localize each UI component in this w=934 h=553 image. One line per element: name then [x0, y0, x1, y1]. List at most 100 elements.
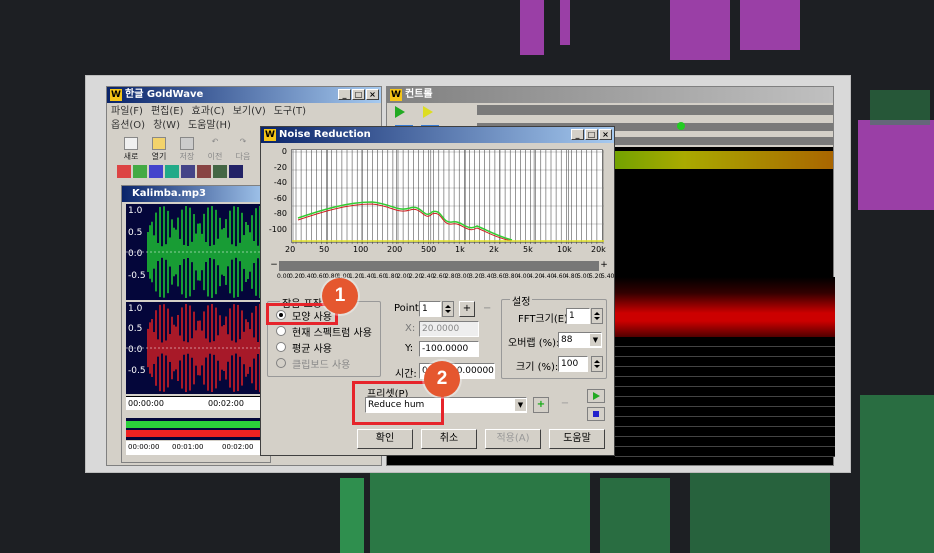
effect-icon[interactable]: [133, 165, 147, 178]
file-titlebar: Kalimba.mp3: [122, 186, 270, 202]
x-tick-label: 200: [387, 245, 403, 254]
apply-button[interactable]: 적용(A): [485, 429, 541, 449]
volume-slider[interactable]: [477, 105, 833, 115]
size-spinner[interactable]: [591, 356, 603, 372]
new-button[interactable]: 새로: [119, 137, 143, 162]
x-label: X:: [405, 323, 416, 334]
timeline-scroll[interactable]: − +: [269, 261, 609, 271]
goldwave-titlebar: W 한글 GoldWave _ □ ×: [107, 87, 381, 103]
axis-label: 0.5: [128, 228, 143, 238]
close-icon[interactable]: ×: [366, 89, 379, 100]
option-label: 현재 스펙트럼 사용: [292, 328, 372, 339]
settings-group: 설정 FFT크기(E) 1 오버랩 (%): 88 ▼ 크기 (%): 100: [501, 293, 607, 379]
maximize-icon[interactable]: □: [585, 129, 598, 140]
control-title: 컨트롤: [405, 89, 433, 100]
waveform-left-channel[interactable]: 1.0 0.5 0.0 -0.5: [126, 204, 272, 300]
fft-field[interactable]: 1: [566, 308, 590, 324]
menu-help[interactable]: 도움말(H): [188, 120, 231, 131]
redo-label: 다음: [235, 152, 251, 161]
control-titlebar: W 컨트롤: [387, 87, 833, 103]
effect-icon[interactable]: [117, 165, 131, 178]
time-label: 00:00:00: [128, 443, 160, 451]
menu-view[interactable]: 보기(V): [233, 106, 266, 117]
fft-spinner[interactable]: [591, 308, 603, 324]
overview-ruler: 00:00:00 00:01:00 00:02:00: [126, 441, 272, 455]
save-icon: [180, 137, 194, 150]
open-label: 열기: [151, 152, 167, 161]
goldwave-logo-icon: W: [110, 89, 122, 101]
overlap-label: 오버랩 (%):: [508, 338, 560, 349]
size-field[interactable]: 100: [558, 356, 588, 372]
y-tick-label: -80: [273, 209, 287, 218]
time-field-label: 시간:: [395, 369, 417, 380]
clipboard-radio[interactable]: [276, 358, 286, 368]
axis-label: 0.0: [128, 345, 143, 355]
step-badge-2: 2: [424, 361, 460, 397]
time-label: 00:02:00: [222, 443, 254, 451]
preview-play-icon[interactable]: [587, 389, 605, 403]
ok-button[interactable]: 확인: [357, 429, 413, 449]
effect-icon[interactable]: [181, 165, 195, 178]
time-label: 00:00:00: [128, 399, 164, 408]
cancel-button[interactable]: 취소: [421, 429, 477, 449]
spectrum-graph[interactable]: [291, 149, 604, 244]
effect-icon[interactable]: [213, 165, 227, 178]
x-field[interactable]: 20.0000: [419, 321, 479, 337]
time-label: 00:02:00: [208, 399, 244, 408]
x-tick-label: 2k: [489, 245, 499, 254]
add-point-button[interactable]: +: [459, 301, 475, 317]
current-spectrum-radio[interactable]: [276, 326, 286, 336]
x-tick-label: 50: [319, 245, 330, 254]
time-label: 00:01:00: [172, 443, 204, 451]
open-button[interactable]: 열기: [147, 137, 171, 162]
maximize-icon[interactable]: □: [352, 89, 365, 100]
remove-point-icon[interactable]: −: [483, 303, 491, 314]
help-button[interactable]: 도움말: [549, 429, 605, 449]
x-tick-label: 5k: [523, 245, 533, 254]
menu-file[interactable]: 파일(F): [111, 106, 143, 117]
average-radio[interactable]: [276, 342, 286, 352]
effect-icon[interactable]: [197, 165, 211, 178]
close-icon[interactable]: ×: [599, 129, 612, 140]
axis-label: -0.5: [128, 271, 146, 281]
menu-edit[interactable]: 편집(E): [151, 106, 184, 117]
minimize-icon[interactable]: _: [571, 129, 584, 140]
undo-button[interactable]: ↶ 이전: [203, 137, 227, 162]
plus-icon[interactable]: +: [599, 261, 609, 271]
effect-icon[interactable]: [149, 165, 163, 178]
folder-icon: [152, 137, 166, 150]
redo-button[interactable]: ↷ 다음: [231, 137, 255, 162]
x-tick-label: 500: [421, 245, 437, 254]
grid-lines: [615, 337, 835, 457]
effect-icon[interactable]: [165, 165, 179, 178]
menu-options[interactable]: 옵션(O): [111, 120, 145, 131]
menu-window[interactable]: 창(W): [153, 120, 180, 131]
minimize-icon[interactable]: _: [338, 89, 351, 100]
preview-stop-icon[interactable]: [587, 407, 605, 421]
waveform-right-channel[interactable]: 1.0 0.5 0.0 -0.5: [126, 302, 272, 394]
effect-icon[interactable]: [229, 165, 243, 178]
axis-label: 0.0: [128, 249, 143, 259]
point-field[interactable]: 1: [419, 301, 441, 317]
menu-effects[interactable]: 효과(C): [192, 106, 225, 117]
chevron-down-icon[interactable]: ▼: [590, 334, 601, 346]
noise-logo-icon: W: [264, 129, 276, 141]
menu-tools[interactable]: 도구(T): [274, 106, 306, 117]
time-ruler: 00:00:00 00:02:00: [126, 396, 272, 410]
save-button[interactable]: 저장: [175, 137, 199, 162]
fft-label: FFT크기(E): [518, 314, 568, 325]
y-tick-label: 0: [281, 147, 287, 156]
minus-icon[interactable]: −: [269, 261, 279, 271]
chevron-down-icon[interactable]: ▼: [515, 399, 526, 411]
add-preset-icon[interactable]: +: [533, 397, 549, 413]
remove-preset-icon[interactable]: −: [557, 397, 573, 413]
play-icon[interactable]: [395, 106, 405, 118]
red-waveform: [126, 303, 272, 393]
point-spinner[interactable]: [442, 301, 454, 317]
y-field[interactable]: -100.0000: [419, 341, 479, 357]
file-window: Kalimba.mp3 1.0 0.5 0.0 -0.5 1.0 0.5 0.0…: [121, 185, 272, 463]
size-label: 크기 (%):: [516, 362, 559, 373]
overview-waveform[interactable]: [126, 418, 272, 440]
play-selection-icon[interactable]: [423, 106, 433, 118]
y-tick-label: -100: [268, 224, 287, 234]
